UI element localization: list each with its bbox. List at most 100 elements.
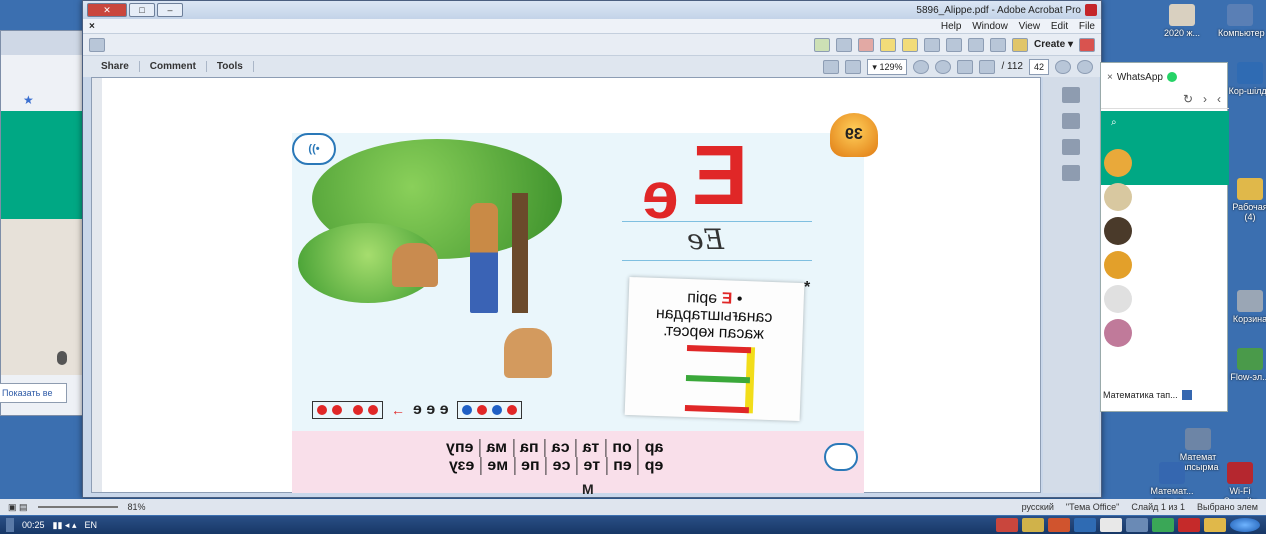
arrow-icon: ←	[391, 402, 405, 418]
desktop-icon-folder-2020[interactable]: 2020 ж...	[1160, 4, 1204, 38]
menu-window[interactable]: Window	[972, 21, 1008, 32]
media-app-icon[interactable]	[1126, 518, 1148, 532]
books-icon	[1237, 348, 1263, 370]
acrobat-titlebar[interactable]: ✕ □ – 5896_Alippe.pdf - Adobe Acrobat Pr…	[83, 1, 1101, 19]
document-view[interactable]: ((• Е е Ее 39 * • Е әріп санағыштардан ж…	[91, 77, 1041, 497]
zoom-out-icon[interactable]	[935, 59, 952, 74]
bookmark-star-icon[interactable]: ★	[23, 93, 34, 107]
avatar[interactable]	[1104, 149, 1132, 177]
show-more-button[interactable]: Показать ве	[0, 383, 67, 403]
whatsapp-browser-window[interactable]: × WhatsApp ↻ › ‹ ⌕ Математика тап...	[1100, 62, 1229, 412]
fit-page-icon[interactable]	[823, 59, 840, 74]
desktop-icon-label: Flow-эл...	[1230, 372, 1266, 382]
save-icon[interactable]	[990, 37, 1007, 52]
create-pdf-icon[interactable]	[1079, 37, 1095, 52]
background-browser-window[interactable]: ★ Показать ве	[0, 30, 87, 416]
previous-page-icon[interactable]	[1077, 59, 1093, 74]
close-document-button[interactable]: ×	[89, 21, 95, 32]
minimize-window-button[interactable]: –	[157, 3, 183, 17]
task-text-1: әріп	[686, 289, 718, 308]
collaborate-icon[interactable]	[858, 37, 875, 52]
avatar[interactable]	[1104, 183, 1132, 211]
avatar[interactable]	[1104, 251, 1132, 279]
menu-edit[interactable]: Edit	[1051, 21, 1068, 32]
syllable-row-2: ер еп те се пе ме езу	[440, 457, 669, 475]
share-pane-button[interactable]: Share	[91, 61, 140, 72]
zoom-field[interactable]: ▾ 129%	[867, 58, 908, 75]
share-icon[interactable]	[836, 37, 853, 52]
maximize-window-button[interactable]: □	[129, 3, 155, 17]
yandex-app-icon[interactable]	[1100, 518, 1122, 532]
create-dropdown[interactable]: Create ▾	[1034, 39, 1073, 50]
pdf-app-icon[interactable]	[996, 518, 1018, 532]
page-number-input[interactable]: 42	[1028, 58, 1049, 75]
desktop-icon-word-1[interactable]: Кор-шілдэ	[1228, 62, 1266, 96]
main-toolbar: Create ▾	[83, 33, 1101, 55]
forward-icon[interactable]: ›	[1203, 92, 1207, 106]
avatar[interactable]	[1104, 319, 1132, 347]
input-language[interactable]: EN	[84, 520, 97, 530]
email-icon[interactable]	[946, 37, 963, 52]
syllable-row-1: ар оп та са па ма епу	[440, 439, 669, 457]
big-letter-upper: Е	[692, 128, 749, 222]
menu-view[interactable]: View	[1019, 21, 1041, 32]
chrome-app-icon[interactable]	[1152, 518, 1174, 532]
open-folder-icon[interactable]	[1012, 37, 1029, 52]
zoom-slider[interactable]	[37, 506, 118, 508]
start-button-icon[interactable]	[1230, 518, 1260, 532]
whatsapp-tab[interactable]: × WhatsApp	[1107, 69, 1217, 85]
print-icon[interactable]	[968, 37, 985, 52]
avatar[interactable]	[1104, 285, 1132, 313]
page-number-badge: 39	[845, 126, 863, 143]
red-dot	[317, 405, 327, 415]
view-buttons[interactable]: ▣ ▤	[8, 502, 28, 513]
settings-gear-icon[interactable]	[924, 37, 941, 52]
clock[interactable]: 00:25	[22, 520, 45, 530]
menu-help[interactable]: Help	[941, 21, 962, 32]
explorer-app-icon[interactable]	[1022, 518, 1044, 532]
red-app-icon[interactable]	[1178, 518, 1200, 532]
hand-tool-icon[interactable]	[957, 59, 974, 74]
scrollbar[interactable]	[92, 78, 102, 492]
comment-bubble-icon[interactable]	[880, 37, 897, 52]
word-app-icon[interactable]	[1074, 518, 1096, 532]
desktop-icon-folder[interactable]: Рабочая (4)	[1228, 178, 1266, 222]
desktop-icon-books[interactable]: Flow-эл...	[1228, 348, 1266, 382]
back-icon[interactable]: ‹	[1217, 92, 1221, 106]
bookmark-icon[interactable]	[1062, 113, 1080, 129]
show-desktop-button[interactable]	[6, 518, 14, 532]
expand-toolbar-icon[interactable]	[89, 37, 105, 52]
comment-pane-button[interactable]: Comment	[140, 61, 207, 72]
syllable: оп	[606, 439, 639, 457]
scroll-mode-icon[interactable]	[845, 59, 862, 74]
close-window-button[interactable]: ✕	[87, 3, 127, 17]
tools-pane-button[interactable]: Tools	[207, 61, 254, 72]
blue-dot	[491, 405, 502, 415]
avatar[interactable]	[1104, 217, 1132, 245]
microphone-icon[interactable]	[57, 351, 67, 365]
zoom-in-icon[interactable]	[913, 59, 930, 74]
pages-panel-icon[interactable]	[1062, 87, 1080, 103]
desktop-icon-recycle-bin[interactable]: Корзина	[1228, 290, 1266, 324]
acrobat-logo-icon	[1085, 4, 1097, 16]
tab-close-icon[interactable]: ×	[1107, 72, 1113, 83]
menu-bar: × Help Window View Edit File	[83, 19, 1101, 33]
acrobat-window[interactable]: ✕ □ – 5896_Alippe.pdf - Adobe Acrobat Pr…	[82, 0, 1102, 498]
stick-bottom	[684, 405, 749, 414]
chat-list-item[interactable]: Математика тап...	[1103, 387, 1225, 403]
folder-icon	[1237, 178, 1263, 200]
status-left: ▣ ▤ 81%	[8, 502, 146, 513]
attachment-paperclip-icon[interactable]	[1062, 139, 1080, 155]
signature-icon[interactable]	[1062, 165, 1080, 181]
select-tool-icon[interactable]	[979, 59, 996, 74]
combine-icon[interactable]	[814, 37, 831, 52]
folder-app-icon[interactable]	[1204, 518, 1226, 532]
powerpoint-app-icon[interactable]	[1048, 518, 1070, 532]
reload-icon[interactable]: ↻	[1183, 92, 1193, 106]
next-page-icon[interactable]	[1055, 59, 1071, 74]
stamp-icon[interactable]	[902, 37, 919, 52]
audio-icon[interactable]: ((•	[292, 133, 336, 165]
menu-file[interactable]: File	[1079, 21, 1095, 32]
desktop-icon-computer[interactable]: Компьютер	[1218, 4, 1265, 38]
search-icon[interactable]: ⌕	[1111, 117, 1117, 128]
